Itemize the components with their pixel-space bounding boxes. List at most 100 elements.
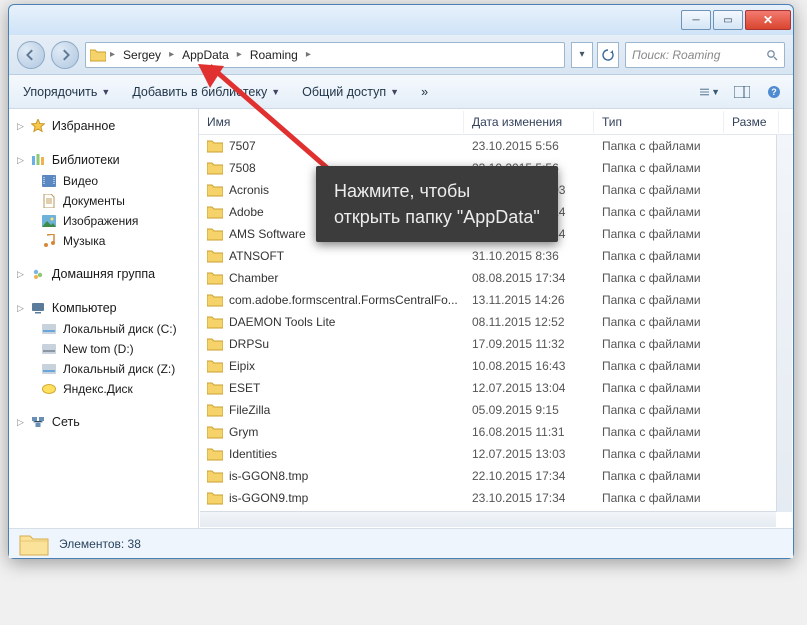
file-name: Adobe — [229, 205, 264, 219]
table-row[interactable]: Eipix10.08.2015 16:43Папка с файлами — [199, 355, 793, 377]
nav-back-button[interactable] — [17, 41, 45, 69]
file-name: Eipix — [229, 359, 255, 373]
file-size — [724, 298, 779, 302]
table-row[interactable]: ESET12.07.2015 13:04Папка с файлами — [199, 377, 793, 399]
sidebar-item-drive-z[interactable]: Локальный диск (Z:) — [13, 359, 194, 379]
table-row[interactable]: 750723.10.2015 5:56Папка с файлами — [199, 135, 793, 157]
col-name[interactable]: Имя — [199, 111, 464, 133]
network-icon — [30, 414, 46, 430]
file-date: 23.10.2015 17:34 — [464, 489, 594, 507]
file-name: com.adobe.formscentral.FormsCentralFo... — [229, 293, 458, 307]
sidebar-item-label: New tom (D:) — [63, 342, 134, 356]
sidebar-item-video[interactable]: Видео — [13, 171, 194, 191]
sidebar-item-homegroup[interactable]: ▷ Домашняя группа — [13, 263, 194, 285]
sidebar-item-libraries[interactable]: ▷ Библиотеки — [13, 149, 194, 171]
share-label: Общий доступ — [302, 85, 386, 99]
file-type: Папка с файлами — [594, 203, 724, 221]
sidebar-item-drive-d[interactable]: New tom (D:) — [13, 339, 194, 359]
breadcrumb-seg-1[interactable]: AppData — [178, 46, 233, 64]
col-size[interactable]: Разме — [724, 111, 779, 133]
refresh-icon — [602, 49, 614, 61]
table-row[interactable]: DRPSu17.09.2015 11:32Папка с файлами — [199, 333, 793, 355]
chevron-right-icon: ▸ — [304, 49, 313, 60]
scrollbar-vertical[interactable] — [776, 135, 792, 512]
file-date: 31.10.2015 8:36 — [464, 247, 594, 265]
sidebar-item-network[interactable]: ▷ Сеть — [13, 411, 194, 433]
breadcrumb-seg-0[interactable]: Sergey — [119, 46, 165, 64]
help-icon: ? — [767, 85, 781, 99]
refresh-button[interactable] — [597, 42, 619, 68]
file-size — [724, 496, 779, 500]
file-name: 7507 — [229, 139, 256, 153]
view-menu-button[interactable]: ▼ — [699, 81, 721, 103]
minimize-button[interactable]: ─ — [681, 10, 711, 30]
table-row[interactable]: com.adobe.formscentral.FormsCentralFo...… — [199, 289, 793, 311]
sidebar-item-computer[interactable]: ▷ Компьютер — [13, 297, 194, 319]
breadcrumb-seg-2[interactable]: Roaming — [246, 46, 302, 64]
maximize-button[interactable]: ▭ — [713, 10, 743, 30]
folder-icon — [207, 446, 223, 462]
chevron-down-icon: ▷ — [17, 417, 24, 428]
computer-icon — [30, 300, 46, 316]
music-icon — [41, 233, 57, 249]
file-size — [724, 254, 779, 258]
file-size — [724, 386, 779, 390]
add-to-library-button[interactable]: Добавить в библиотеку ▼ — [126, 82, 286, 102]
file-date: 12.07.2015 13:04 — [464, 379, 594, 397]
sidebar-item-label: Документы — [63, 194, 125, 208]
table-row[interactable]: DAEMON Tools Lite08.11.2015 12:52Папка с… — [199, 311, 793, 333]
scrollbar-horizontal[interactable] — [200, 511, 776, 527]
sidebar-item-yandex-disk[interactable]: Яндекс.Диск — [13, 379, 194, 399]
file-date: 17.09.2015 11:32 — [464, 335, 594, 353]
preview-pane-button[interactable] — [731, 81, 753, 103]
file-type: Папка с файлами — [594, 225, 724, 243]
file-size — [724, 188, 779, 192]
sidebar-item-music[interactable]: Музыка — [13, 231, 194, 251]
sidebar-item-drive-c[interactable]: Локальный диск (C:) — [13, 319, 194, 339]
col-type[interactable]: Тип — [594, 111, 724, 133]
search-input[interactable]: Поиск: Roaming — [625, 42, 785, 68]
file-type: Папка с файлами — [594, 269, 724, 287]
chevron-down-icon: ▼ — [101, 87, 110, 97]
file-name: DAEMON Tools Lite — [229, 315, 335, 329]
folder-icon — [207, 358, 223, 374]
table-row[interactable]: Grym16.08.2015 11:31Папка с файлами — [199, 421, 793, 443]
breadcrumb[interactable]: ▸ Sergey ▸ AppData ▸ Roaming ▸ — [85, 42, 565, 68]
table-row[interactable]: Identities12.07.2015 13:03Папка с файлам… — [199, 443, 793, 465]
organize-button[interactable]: Упорядочить ▼ — [17, 82, 116, 102]
sidebar-libraries: ▷ Библиотеки Видео Документы Изображен — [13, 149, 194, 251]
history-dropdown[interactable]: ▾ — [571, 42, 593, 68]
sidebar-item-favorites[interactable]: ▷ Избранное — [13, 115, 194, 137]
table-row[interactable]: FileZilla05.09.2015 9:15Папка с файлами — [199, 399, 793, 421]
close-button[interactable]: ✕ — [745, 10, 791, 30]
file-name: Acronis — [229, 183, 269, 197]
file-name: is-GGON8.tmp — [229, 469, 308, 483]
sidebar-item-documents[interactable]: Документы — [13, 191, 194, 211]
help-button[interactable]: ? — [763, 81, 785, 103]
nav-forward-button[interactable] — [51, 41, 79, 69]
column-headers: Имя Дата изменения Тип Разме — [199, 109, 793, 135]
chevron-down-icon: ▼ — [711, 87, 720, 97]
file-size — [724, 408, 779, 412]
file-date: 05.09.2015 9:15 — [464, 401, 594, 419]
folder-icon — [207, 182, 223, 198]
pane-icon — [734, 86, 750, 98]
table-row[interactable]: ATNSOFT31.10.2015 8:36Папка с файлами — [199, 245, 793, 267]
sidebar-item-pictures[interactable]: Изображения — [13, 211, 194, 231]
pictures-icon — [41, 213, 57, 229]
share-button[interactable]: Общий доступ ▼ — [296, 82, 405, 102]
table-row[interactable]: is-GGON8.tmp22.10.2015 17:34Папка с файл… — [199, 465, 793, 487]
documents-icon — [41, 193, 57, 209]
chevron-right-icon: ▸ — [167, 49, 176, 60]
table-row[interactable]: is-GGON9.tmp23.10.2015 17:34Папка с файл… — [199, 487, 793, 509]
table-row[interactable]: Chamber08.08.2015 17:34Папка с файлами — [199, 267, 793, 289]
libraries-icon — [30, 152, 46, 168]
toolbar-more-button[interactable]: » — [415, 82, 434, 102]
col-date[interactable]: Дата изменения — [464, 111, 594, 133]
yandex-disk-icon — [41, 381, 57, 397]
file-type: Папка с файлами — [594, 137, 724, 155]
file-name: ATNSOFT — [229, 249, 284, 263]
folder-icon — [207, 336, 223, 352]
file-name: Identities — [229, 447, 277, 461]
chevron-right-icon: ▸ — [235, 49, 244, 60]
